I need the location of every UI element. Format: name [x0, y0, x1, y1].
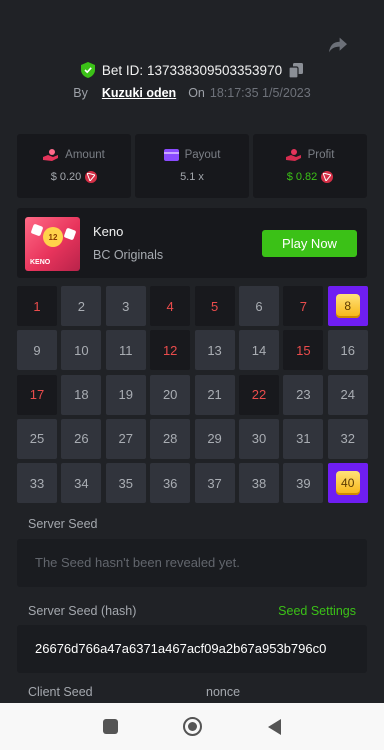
home-icon[interactable]: [183, 717, 203, 736]
keno-cell-4: 4: [150, 286, 191, 326]
keno-cell-18: 18: [61, 374, 102, 415]
hit-gem: 8: [335, 294, 360, 318]
amount-label: Amount: [65, 149, 105, 161]
by-label: By: [73, 86, 88, 100]
user-link[interactable]: Kuzuki oden: [102, 86, 176, 100]
dice-icon: [63, 227, 77, 241]
keno-cell-7: 7: [283, 286, 324, 326]
keno-cell-16: 16: [327, 330, 368, 371]
server-hash-label: Server Seed (hash): [28, 604, 137, 618]
keno-cell-21: 21: [194, 374, 235, 415]
client-seed-label: Client Seed: [28, 685, 93, 699]
bet-id-row: Bet ID: 137338309503353970: [0, 62, 384, 78]
payout-value: 5.1 x: [180, 171, 204, 183]
android-nav-bar: [0, 703, 384, 750]
keno-cell-24: 24: [327, 374, 368, 415]
thumb-label: KENO: [30, 259, 51, 266]
play-now-button[interactable]: Play Now: [262, 230, 357, 257]
bet-stats: Amount $ 0.20 Payout 5.1 x Profit $ 0.82: [17, 134, 367, 198]
profit-hand-icon: [285, 149, 301, 161]
keno-cell-40: 40: [327, 463, 368, 504]
keno-cell-25: 25: [17, 418, 57, 459]
keno-cell-22: 22: [238, 374, 279, 415]
keno-cell-34: 34: [61, 463, 102, 504]
keno-cell-11: 11: [105, 330, 146, 371]
keno-cell-10: 10: [61, 330, 102, 371]
payout-label: Payout: [184, 149, 221, 161]
bet-byline: By Kuzuki oden On 18:17:35 1/5/2023: [0, 86, 384, 100]
share-icon[interactable]: [328, 36, 348, 54]
keno-cell-15: 15: [283, 330, 324, 371]
keno-cell-5: 5: [194, 286, 235, 326]
bet-id-label: Bet ID:: [101, 62, 144, 78]
keno-cell-33: 33: [17, 463, 57, 504]
server-seed-label: Server Seed: [28, 517, 98, 531]
bet-timestamp: 18:17:35 1/5/2023: [209, 86, 311, 100]
server-hash-box[interactable]: 26676d766a47a6371a467acf09a2b67a953b796c…: [17, 625, 367, 673]
game-card: 12 KENO Keno BC Originals Play Now: [17, 208, 367, 278]
copy-icon[interactable]: [289, 62, 304, 78]
keno-cell-37: 37: [194, 463, 235, 504]
keno-cell-1: 1: [17, 286, 57, 326]
nonce-label: nonce: [206, 685, 241, 699]
server-hash-value: 26676d766a47a6371a467acf09a2b67a953b796c…: [35, 641, 327, 656]
keno-cell-28: 28: [150, 418, 191, 459]
thumb-ball: 12: [43, 227, 63, 247]
amount-value: $ 0.20: [50, 171, 82, 183]
keno-cell-23: 23: [283, 374, 324, 415]
profit-value: $ 0.82: [286, 171, 318, 183]
keno-cell-39: 39: [283, 463, 324, 504]
shield-check-icon: [80, 62, 95, 78]
keno-cell-35: 35: [105, 463, 146, 504]
keno-cell-32: 32: [327, 418, 368, 459]
hit-gem: 40: [335, 471, 360, 496]
keno-cell-13: 13: [194, 330, 235, 371]
on-label: On: [188, 86, 205, 100]
keno-cell-17: 17: [17, 374, 57, 415]
keno-cell-12: 12: [150, 330, 191, 371]
keno-cell-36: 36: [150, 463, 191, 504]
profit-label: Profit: [307, 149, 335, 161]
keno-cell-19: 19: [105, 374, 146, 415]
tron-coin-icon: [85, 171, 98, 183]
recents-icon[interactable]: [102, 719, 118, 734]
keno-cell-20: 20: [150, 374, 191, 415]
bet-id-value: 137338309503353970: [146, 62, 283, 78]
keno-grid: 1 2 3 4 5 6 7 8 9 10 11 12 13 14 15 16 17 18 19 20 21 22 23 24 2…: [17, 286, 369, 504]
keno-cell-9: 9: [17, 330, 57, 371]
card-icon: [163, 149, 179, 161]
keno-cell-8: 8: [327, 286, 368, 326]
game-name: Keno: [93, 224, 124, 239]
coins-hand-icon: [43, 149, 59, 161]
game-provider: BC Originals: [93, 248, 164, 262]
stat-profit: Profit $ 0.82: [253, 134, 367, 198]
keno-cell-6: 6: [238, 286, 279, 326]
keno-cell-38: 38: [238, 463, 279, 504]
server-seed-box: The Seed hasn't been revealed yet.: [17, 539, 367, 587]
keno-cell-31: 31: [283, 418, 324, 459]
dice-icon: [30, 223, 44, 237]
tron-coin-icon: [321, 171, 334, 183]
seed-settings-link[interactable]: Seed Settings: [278, 604, 356, 618]
stat-payout: Payout 5.1 x: [135, 134, 249, 198]
stat-amount: Amount $ 0.20: [17, 134, 131, 198]
keno-cell-30: 30: [238, 418, 279, 459]
keno-cell-26: 26: [61, 418, 102, 459]
keno-cell-29: 29: [194, 418, 235, 459]
keno-thumbnail[interactable]: 12 KENO: [25, 217, 80, 271]
bet-detail-page: Bet ID: 137338309503353970 By Kuzuki ode…: [0, 0, 384, 750]
keno-cell-3: 3: [105, 286, 146, 326]
keno-cell-27: 27: [105, 418, 146, 459]
server-seed-message: The Seed hasn't been revealed yet.: [35, 555, 240, 570]
keno-cell-14: 14: [238, 330, 279, 371]
keno-cell-2: 2: [61, 286, 102, 326]
back-icon[interactable]: [268, 718, 282, 735]
